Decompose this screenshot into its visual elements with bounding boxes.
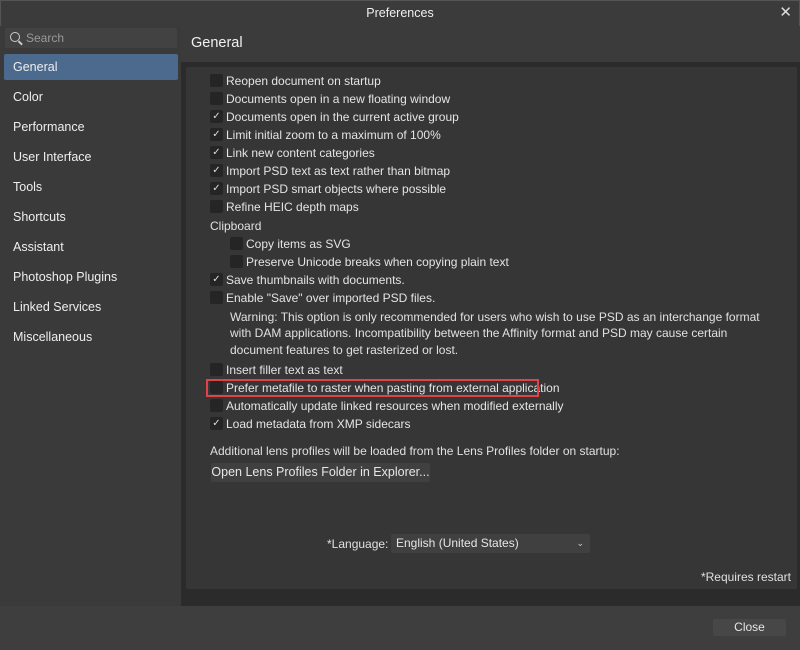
checkbox-checked[interactable]: ✓ xyxy=(210,146,223,159)
option-label: Load metadata from XMP sidecars xyxy=(226,417,411,431)
checkbox[interactable] xyxy=(210,92,223,105)
checkbox-checked[interactable]: ✓ xyxy=(210,417,223,430)
language-label: *Language: xyxy=(327,537,389,551)
sidebar-item-color[interactable]: Color xyxy=(4,84,178,110)
checkbox[interactable] xyxy=(230,255,243,268)
option-label: Import PSD smart objects where possible xyxy=(226,182,447,196)
option-label: Limit initial zoom to a maximum of 100% xyxy=(226,128,441,142)
option-label: Save thumbnails with documents. xyxy=(226,273,405,287)
page-title: General xyxy=(191,35,243,51)
option-label: Insert filler text as text xyxy=(226,363,343,377)
sidebar-item-general[interactable]: General xyxy=(4,54,178,80)
option-label: Documents open in a new floating window xyxy=(226,92,451,106)
checkbox-checked[interactable]: ✓ xyxy=(210,273,223,286)
option-label: Refine HEIC depth maps xyxy=(226,200,359,214)
chevron-down-icon: ⌄ xyxy=(576,538,584,548)
sidebar-item-miscellaneous[interactable]: Miscellaneous xyxy=(4,324,178,350)
option-label: Enable "Save" over imported PSD files. xyxy=(226,291,436,305)
sidebar-item-linked-services[interactable]: Linked Services xyxy=(4,294,178,320)
language-value: English (United States) xyxy=(396,536,519,550)
option-label: Copy items as SVG xyxy=(246,237,351,251)
highlight-box xyxy=(206,379,539,397)
option-label: Import PSD text as text rather than bitm… xyxy=(226,164,451,178)
close-button[interactable]: Close xyxy=(713,619,786,636)
sidebar-item-assistant[interactable]: Assistant xyxy=(4,234,178,260)
sidebar-item-user-interface[interactable]: User Interface xyxy=(4,144,178,170)
checkbox-checked[interactable]: ✓ xyxy=(210,110,223,123)
checkbox-checked[interactable]: ✓ xyxy=(210,128,223,141)
option-label: Automatically update linked resources wh… xyxy=(226,399,564,413)
option-label: Reopen document on startup xyxy=(226,74,381,88)
checkbox[interactable] xyxy=(210,399,223,412)
search-icon xyxy=(10,32,20,42)
checkbox-checked[interactable]: ✓ xyxy=(210,164,223,177)
warning-line: with DAM applications. Incompatibility b… xyxy=(230,326,728,340)
checkbox[interactable] xyxy=(210,291,223,304)
close-icon[interactable]: ✕ xyxy=(779,3,792,21)
sidebar-item-performance[interactable]: Performance xyxy=(4,114,178,140)
search-input[interactable]: Search xyxy=(5,28,177,48)
checkbox[interactable] xyxy=(210,74,223,87)
sidebar-item-photoshop-plugins[interactable]: Photoshop Plugins xyxy=(4,264,178,290)
option-label: Preserve Unicode breaks when copying pla… xyxy=(246,255,509,269)
warning-line: document features to get rasterized or l… xyxy=(230,343,459,357)
sidebar-item-tools[interactable]: Tools xyxy=(4,174,178,200)
open-lens-profiles-button[interactable]: Open Lens Profiles Folder in Explorer... xyxy=(211,463,430,482)
checkbox[interactable] xyxy=(230,237,243,250)
checkbox-checked[interactable]: ✓ xyxy=(210,182,223,195)
sidebar-item-shortcuts[interactable]: Shortcuts xyxy=(4,204,178,230)
restart-note: *Requires restart xyxy=(700,570,791,584)
lens-note: Additional lens profiles will be loaded … xyxy=(210,444,620,458)
option-label: Documents open in the current active gro… xyxy=(226,110,459,124)
footer xyxy=(0,606,800,650)
clipboard-heading: Clipboard xyxy=(210,219,262,233)
option-label: Link new content categories xyxy=(226,146,375,160)
window-title: Preferences xyxy=(366,6,434,20)
warning-line: Warning: This option is only recommended… xyxy=(230,310,760,324)
checkbox[interactable] xyxy=(210,200,223,213)
language-dropdown[interactable]: English (United States) ⌄ xyxy=(391,534,590,553)
header xyxy=(181,26,800,62)
checkbox[interactable] xyxy=(210,363,223,376)
